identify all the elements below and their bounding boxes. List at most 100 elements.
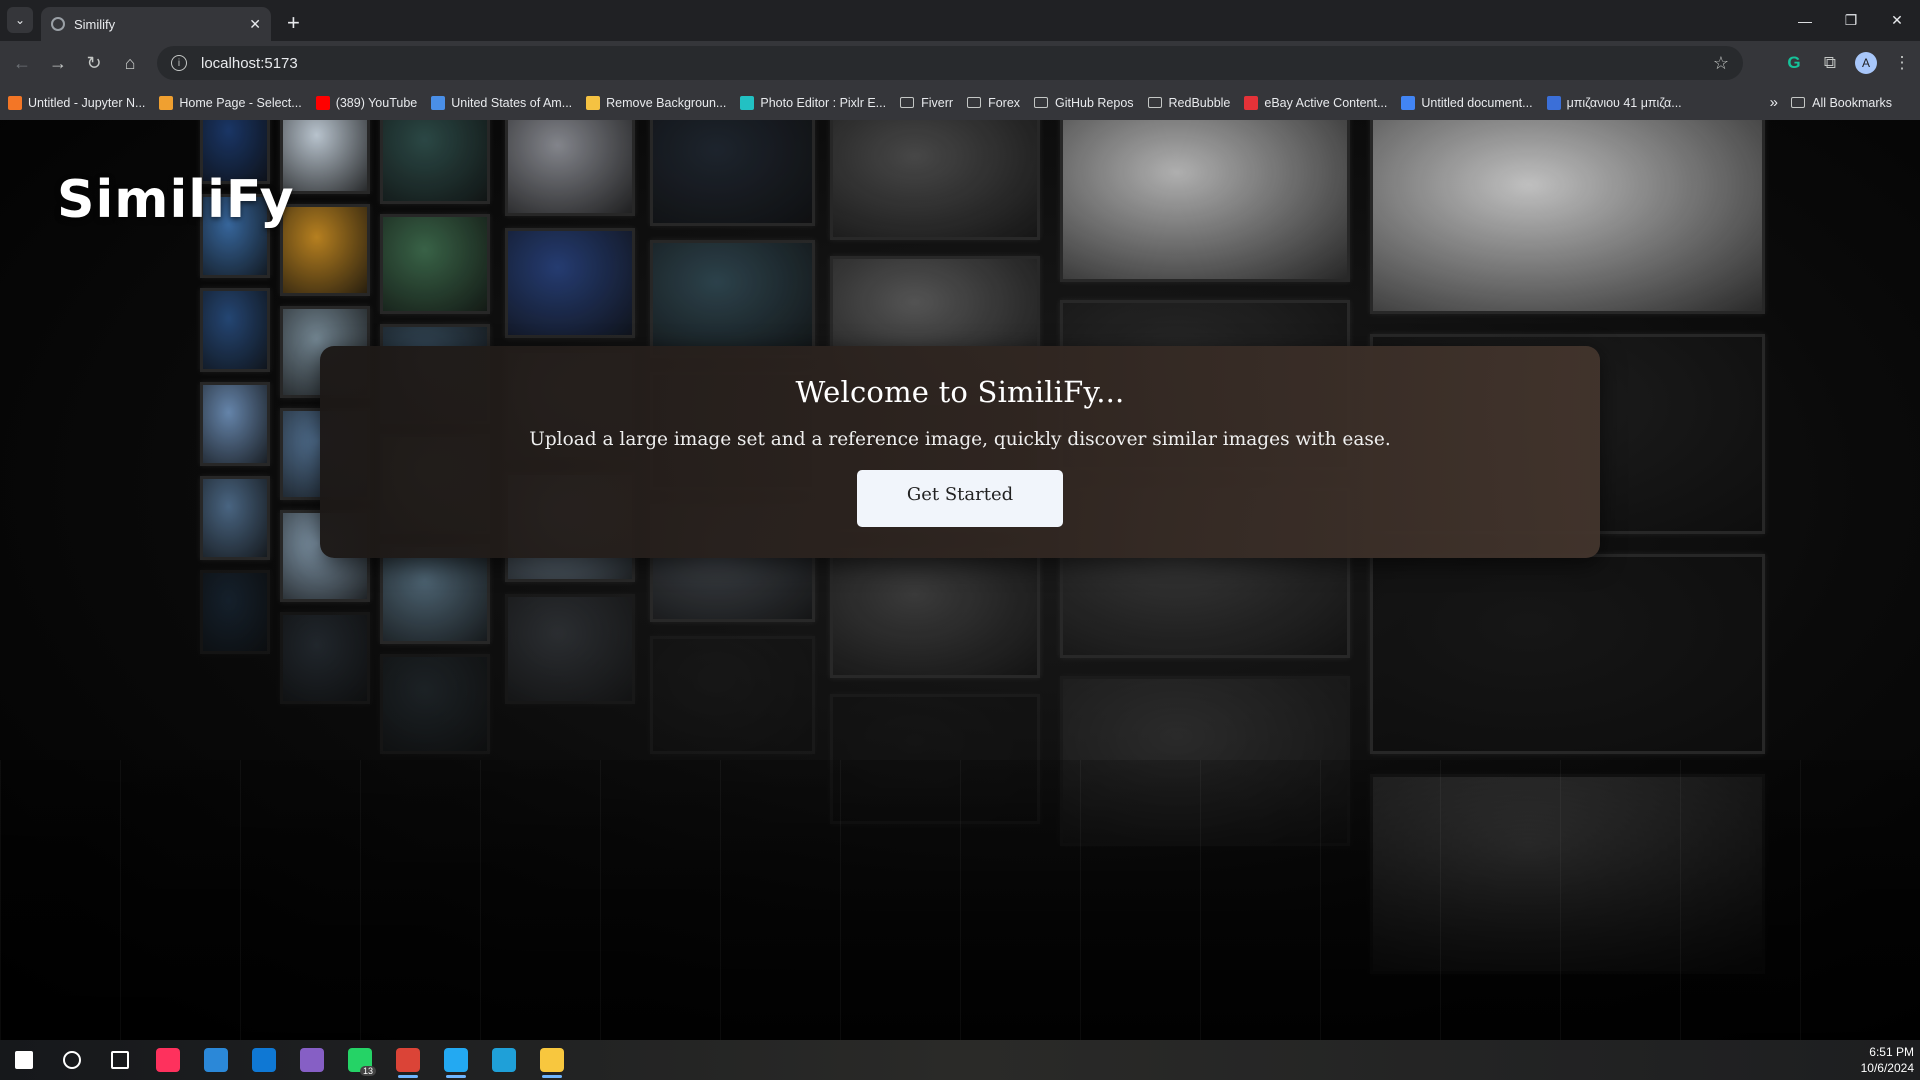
get-started-button[interactable]: Get Started	[857, 470, 1063, 527]
background-screen-tile	[380, 654, 490, 754]
docs-icon	[1401, 95, 1416, 110]
bookmark-item[interactable]: RedBubble	[1147, 95, 1231, 110]
bookmark-label: Home Page - Select...	[179, 95, 302, 110]
browser-menu-icon[interactable]: ⋮	[1884, 45, 1920, 81]
background-screen-tile	[380, 120, 490, 204]
background-screen-tile	[650, 636, 815, 754]
tab-search-button[interactable]: ⌄	[7, 7, 33, 33]
home-button[interactable]: ⌂	[112, 45, 148, 81]
minimize-button[interactable]: —	[1782, 0, 1828, 41]
bookmark-item[interactable]: Untitled document...	[1401, 95, 1533, 110]
all-bookmarks-button[interactable]: All Bookmarks	[1791, 96, 1892, 110]
bookmark-label: United States of Am...	[451, 95, 573, 110]
chrome-taskbar-button[interactable]	[384, 1040, 432, 1080]
folder-icon	[1147, 97, 1162, 108]
document-icon	[431, 95, 446, 110]
loading-icon	[159, 95, 174, 110]
restore-button[interactable]: ❐	[1828, 0, 1874, 41]
chrome-icon	[396, 1048, 420, 1072]
globe-icon	[51, 17, 65, 31]
new-tab-button[interactable]: +	[287, 11, 300, 35]
bookmark-label: GitHub Repos	[1055, 95, 1134, 110]
file-explorer-icon	[540, 1048, 564, 1072]
reload-button[interactable]: ↻	[76, 45, 112, 81]
site-logo[interactable]: SimiliFy	[57, 170, 295, 230]
start-icon	[15, 1051, 33, 1069]
bookmark-label: Forex	[988, 95, 1021, 110]
search-taskbar-button[interactable]	[48, 1040, 96, 1080]
task-view-taskbar-button[interactable]	[96, 1040, 144, 1080]
whatsapp-taskbar-button[interactable]: 13	[336, 1040, 384, 1080]
visual-studio-taskbar-button[interactable]	[288, 1040, 336, 1080]
background-screen-tile	[650, 240, 815, 358]
bookmark-item[interactable]: Forex	[967, 96, 1020, 110]
clock-time: 6:51 PM	[1869, 1045, 1914, 1059]
bookmark-item[interactable]: GitHub Repos	[1034, 96, 1134, 110]
background-screen-tile	[830, 548, 1040, 678]
forward-button[interactable]: →	[40, 45, 76, 81]
tab-title: Similify	[74, 16, 116, 32]
background-screen-tile	[200, 476, 270, 560]
background-screen-tile	[1370, 120, 1765, 314]
browser-tab[interactable]: Similify ✕	[41, 7, 271, 41]
bookmark-item[interactable]: Untitled - Jupyter N...	[8, 95, 145, 110]
background-screen-tile	[505, 228, 635, 338]
background-screen-tile	[505, 594, 635, 704]
system-clock[interactable]: 6:51 PM 10/6/2024	[1861, 1044, 1914, 1076]
bookmark-label: eBay Active Content...	[1264, 95, 1388, 110]
windows-taskbar: 13 6:51 PM 10/6/2024	[0, 1040, 1920, 1080]
background-screen-tile	[1370, 554, 1765, 754]
background-screen-tile	[200, 570, 270, 654]
store-taskbar-button[interactable]	[192, 1040, 240, 1080]
bookmark-star-icon[interactable]: ☆	[1713, 53, 1729, 74]
address-bar[interactable]: i localhost:5173 ☆	[157, 46, 1743, 80]
profile-avatar[interactable]: A	[1855, 52, 1877, 74]
start-taskbar-button[interactable]	[0, 1040, 48, 1080]
background-screen-tile	[280, 612, 370, 704]
file-explorer-taskbar-button[interactable]	[528, 1040, 576, 1080]
back-button[interactable]: ←	[4, 45, 40, 81]
bookmark-item[interactable]: (389) YouTube	[315, 95, 418, 110]
more-bookmarks-button[interactable]: »	[1770, 94, 1778, 111]
bookmark-item[interactable]: United States of Am...	[431, 95, 573, 110]
close-window-button[interactable]: ✕	[1874, 0, 1920, 41]
background-screen-tile	[1060, 120, 1350, 282]
bookmark-item[interactable]: Photo Editor : Pixlr E...	[740, 95, 887, 110]
vscode-taskbar-button[interactable]	[432, 1040, 480, 1080]
intellij-icon	[156, 1048, 180, 1072]
removebg-icon	[586, 95, 601, 110]
floor-reflection	[0, 760, 1920, 1040]
extensions-icon[interactable]: ⧉	[1812, 45, 1848, 81]
bookmark-item[interactable]: μπιζανιου 41 μπιζα...	[1546, 95, 1682, 110]
bookmark-label: RedBubble	[1168, 95, 1231, 110]
grammarly-extension-icon[interactable]: G	[1776, 45, 1812, 81]
bookmark-item[interactable]: Home Page - Select...	[159, 95, 302, 110]
intellij-taskbar-button[interactable]	[144, 1040, 192, 1080]
mail-taskbar-button[interactable]	[240, 1040, 288, 1080]
site-info-icon[interactable]: i	[171, 55, 187, 71]
hero-card: Welcome to SimiliFy... Upload a large im…	[320, 346, 1600, 558]
tab-strip: ⌄ Similify ✕ + — ❐ ✕	[0, 0, 1920, 41]
notification-badge: 13	[359, 1066, 376, 1076]
ebay-icon	[1244, 95, 1259, 110]
bookmark-item[interactable]: Fiverr	[900, 96, 953, 110]
visual-studio-icon	[300, 1048, 324, 1072]
background-screen-tile	[200, 288, 270, 372]
toolbar-right: G ⧉ A ⋮	[1776, 45, 1920, 81]
mail-icon	[252, 1048, 276, 1072]
clock-date: 10/6/2024	[1860, 1061, 1914, 1075]
search-icon	[63, 1051, 81, 1069]
youtube-icon	[315, 95, 330, 110]
tab-close-icon[interactable]: ✕	[249, 16, 261, 33]
store-icon	[204, 1048, 228, 1072]
bookmark-item[interactable]: Remove Backgroun...	[586, 95, 726, 110]
vscode-icon	[444, 1048, 468, 1072]
pixlr-icon	[740, 95, 755, 110]
edge-taskbar-button[interactable]	[480, 1040, 528, 1080]
edge-icon	[492, 1048, 516, 1072]
bookmark-item[interactable]: eBay Active Content...	[1244, 95, 1388, 110]
bookmark-label: Photo Editor : Pixlr E...	[760, 95, 887, 110]
background-screen-tile	[380, 214, 490, 314]
task-view-icon	[111, 1051, 129, 1069]
bookmark-label: (389) YouTube	[335, 95, 418, 110]
